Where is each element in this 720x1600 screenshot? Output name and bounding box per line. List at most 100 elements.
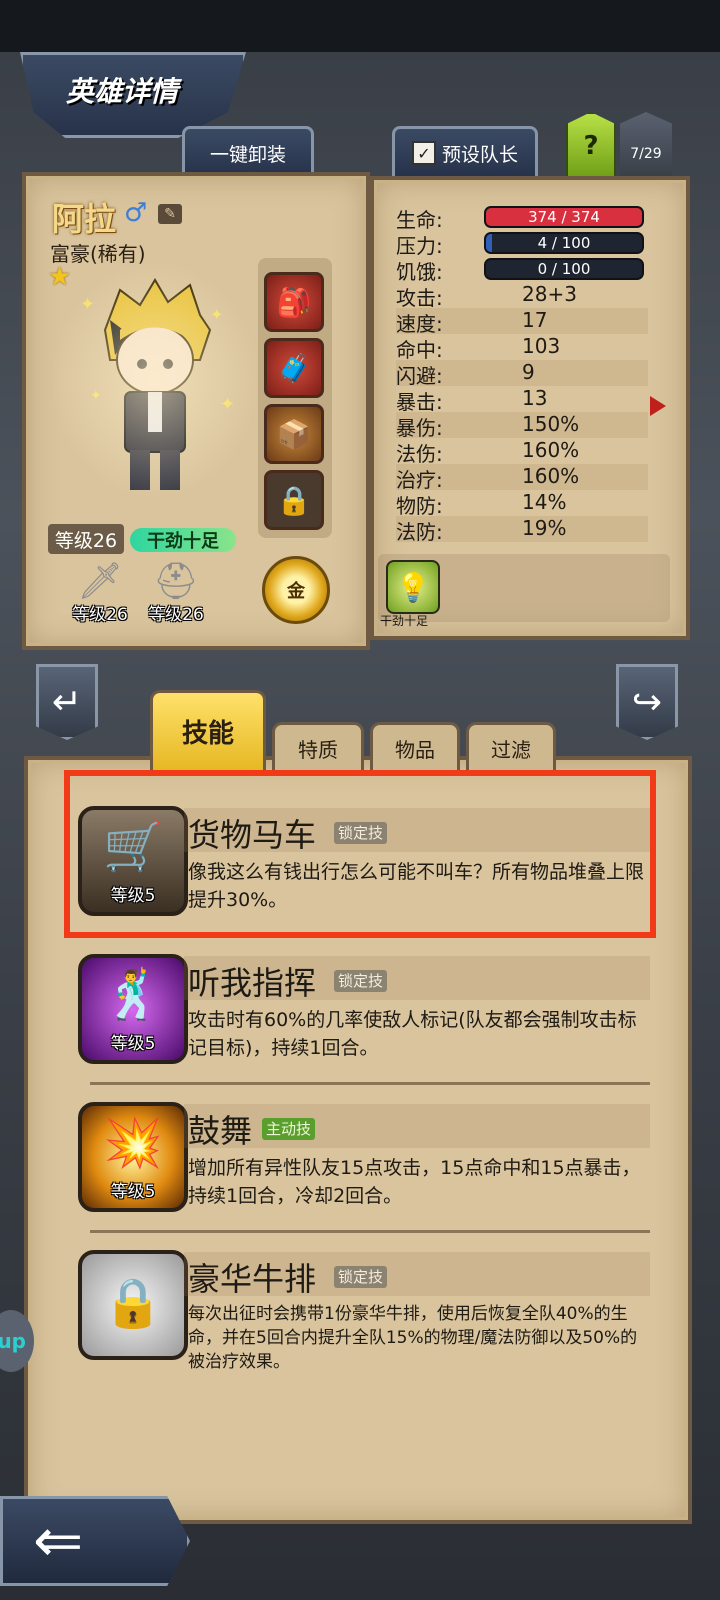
skill-type-tag: 锁定技 — [334, 970, 388, 992]
edit-name-icon[interactable]: ✎ — [158, 204, 182, 224]
equip-slot-locked[interactable]: 🔒 — [264, 470, 324, 530]
stat-label: 命中: — [396, 338, 443, 362]
stress-bar: 4 / 100 — [484, 232, 644, 254]
equip-slot-accessory[interactable]: 🧳 — [264, 338, 324, 398]
tab-skills[interactable]: 技能 — [150, 690, 266, 770]
skill-level: 等级5 — [110, 1182, 156, 1202]
arrow-left-icon: ↵ — [51, 681, 83, 723]
stat-value: 14% — [522, 490, 567, 514]
weapon-gear[interactable]: 🗡 等级26 — [60, 560, 140, 630]
hp-value: 374 / 374 — [528, 208, 600, 226]
page-title: 英雄详情 — [66, 75, 179, 108]
arrow-right-icon: ↪ — [631, 681, 663, 723]
hero-portrait[interactable]: ✦ ✦ ✦ ✦ — [50, 260, 260, 500]
stat-crit-damage: 暴伤: 150% — [396, 412, 648, 440]
skill-description: 每次出征时会携带1份豪华牛排，使用后恢复全队40%的生命，并在5回合内提升全队1… — [188, 1304, 638, 1372]
stat-value: 13 — [522, 386, 548, 410]
gold-coin-button[interactable]: 金 — [262, 556, 330, 624]
hunger-bar: 0 / 100 — [484, 258, 644, 280]
stat-speed: 速度: 17 — [396, 308, 648, 336]
stat-dodge: 闪避: 9 — [396, 360, 648, 388]
stat-magic-defense: 法防: 19% — [396, 516, 648, 544]
hero-page-count: 7/29 — [620, 112, 672, 176]
stat-value: 28+3 — [522, 282, 577, 306]
skill-name: 豪华牛排 — [188, 1260, 317, 1298]
stat-crit: 暴击: 13 — [396, 386, 648, 414]
preset-captain-button[interactable]: ✓ 预设队长 — [392, 126, 538, 177]
helmet-gear[interactable]: ⛑ 等级26 — [136, 560, 216, 630]
lock-icon: 🔒 — [103, 1275, 163, 1331]
previous-hero-button[interactable]: ↵ — [36, 664, 98, 740]
skill-row[interactable]: 🕺 等级5 听我指挥 锁定技 攻击时有60%的几率使敌人标记(队友都会强制攻击标… — [64, 954, 654, 1074]
next-hero-button[interactable]: ↪ — [616, 664, 678, 740]
captain-checkbox[interactable]: ✓ — [411, 141, 436, 165]
stat-label: 法伤: — [396, 442, 443, 466]
selection-highlight — [64, 770, 656, 938]
stat-value: 160% — [522, 464, 580, 488]
skill-type-tag: 主动技 — [262, 1118, 316, 1140]
unequip-all-button[interactable]: 一键卸装 — [182, 126, 314, 177]
status-bar-area — [0, 0, 720, 52]
helmet-icon: ⛑ — [153, 561, 199, 602]
stat-attack: 攻击: 28+3 — [396, 282, 648, 310]
equip-slot-chest[interactable]: 📦 — [264, 404, 324, 464]
hunger-value: 0 / 100 — [537, 260, 591, 278]
hp-bar: 374 / 374 — [484, 206, 644, 228]
sword-icon: 🗡 — [77, 561, 123, 602]
skill-icon: 🔒 — [78, 1250, 188, 1360]
stat-label: 压力: — [396, 234, 443, 258]
back-button[interactable]: ⇐ — [0, 1496, 190, 1586]
skill-name-shade — [184, 1104, 650, 1148]
portrait-glow — [50, 260, 260, 500]
skill-description: 增加所有异性队友15点攻击，15点命中和15点暴击，持续1回合，冷却2回合。 — [188, 1157, 641, 1207]
accessory-icon: 🧳 — [276, 351, 312, 385]
trait-label: 干劲十足 — [380, 614, 429, 628]
mood-status-badge: 干劲十足 — [130, 528, 236, 552]
stat-label: 治疗: — [396, 468, 443, 492]
stat-value: 103 — [522, 334, 561, 358]
expand-stats-arrow-icon[interactable] — [650, 396, 666, 416]
stat-stress: 压力: 4 / 100 — [396, 230, 648, 258]
skill-divider — [90, 1082, 650, 1085]
preset-captain-label: 预设队长 — [441, 143, 518, 166]
stat-label: 攻击: — [396, 286, 443, 310]
skill-description: 攻击时有60%的几率使敌人标记(队友都会强制攻击标记目标)，持续1回合。 — [188, 1009, 637, 1059]
tab-filter[interactable]: 过滤 — [466, 722, 556, 772]
tab-items[interactable]: 物品 — [370, 722, 460, 772]
stat-label: 生命: — [396, 208, 443, 232]
burst-icon: 💥 — [103, 1115, 163, 1171]
stat-label: 暴伤: — [396, 416, 443, 440]
hero-name: 阿拉 — [52, 200, 117, 238]
skill-name: 听我指挥 — [188, 964, 317, 1002]
stat-label: 物防: — [396, 494, 443, 518]
chest-icon: 📦 — [276, 417, 312, 451]
stat-hp: 生命: 374 / 374 — [396, 204, 648, 232]
help-button[interactable]: ? — [566, 112, 616, 180]
stat-healing: 治疗: 160% — [396, 464, 648, 492]
stat-physical-defense: 物防: 14% — [396, 490, 648, 518]
male-gender-icon: ♂ — [124, 198, 148, 228]
stress-value: 4 / 100 — [537, 234, 591, 252]
skill-row[interactable]: 💥 等级5 鼓舞 主动技 增加所有异性队友15点攻击，15点命中和15点暴击，持… — [64, 1102, 654, 1222]
bag-icon: 🎒 — [276, 285, 312, 319]
skill-row[interactable]: 🔒 豪华牛排 锁定技 每次出征时会携带1份豪华牛排，使用后恢复全队40%的生命，… — [64, 1250, 654, 1372]
stat-value: 17 — [522, 308, 548, 332]
helmet-level: 等级26 — [148, 605, 204, 625]
stat-magic-damage: 法伤: 160% — [396, 438, 648, 466]
equip-slot-bag[interactable]: 🎒 — [264, 272, 324, 332]
trait-motivated-icon[interactable]: 💡 — [386, 560, 440, 614]
skill-icon: 🕺 等级5 — [78, 954, 188, 1064]
stat-hunger: 饥饿: 0 / 100 — [396, 256, 648, 284]
skill-divider — [90, 1230, 650, 1233]
skill-level: 等级5 — [110, 1034, 156, 1054]
stat-value: 160% — [522, 438, 580, 462]
lock-icon: 🔒 — [276, 483, 312, 517]
command-figure-icon: 🕺 — [103, 967, 163, 1023]
skill-name: 鼓舞 — [188, 1112, 253, 1150]
weapon-level: 等级26 — [72, 605, 128, 625]
stat-label: 饥饿: — [396, 260, 443, 284]
skill-type-tag: 锁定技 — [334, 1266, 388, 1288]
tab-traits[interactable]: 特质 — [272, 722, 364, 772]
back-arrow-icon: ⇐ — [33, 1506, 84, 1576]
stat-value: 19% — [522, 516, 567, 540]
